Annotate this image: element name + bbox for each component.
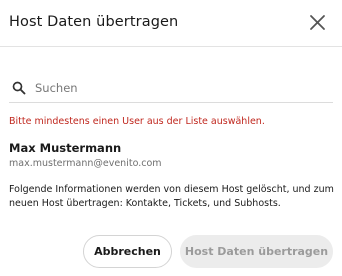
error-message: Bitte mindestens einen User aus der List… [9,116,265,127]
transfer-host-dialog: Host Daten übertragen Bitte mindestens e… [0,0,342,276]
search-field [9,78,333,103]
search-icon [12,81,26,95]
transfer-host-button[interactable]: Host Daten übertragen [180,235,333,268]
dialog-header: Host Daten übertragen [0,0,342,47]
search-input[interactable] [35,78,325,98]
user-email: max.mustermann@evenito.com [9,158,162,169]
user-name[interactable]: Max Mustermann [9,141,121,155]
close-icon[interactable] [309,14,326,31]
info-text: Folgende Informationen werden von diesem… [9,184,334,209]
cancel-button[interactable]: Abbrechen [83,235,172,268]
dialog-title: Host Daten übertragen [9,14,179,30]
